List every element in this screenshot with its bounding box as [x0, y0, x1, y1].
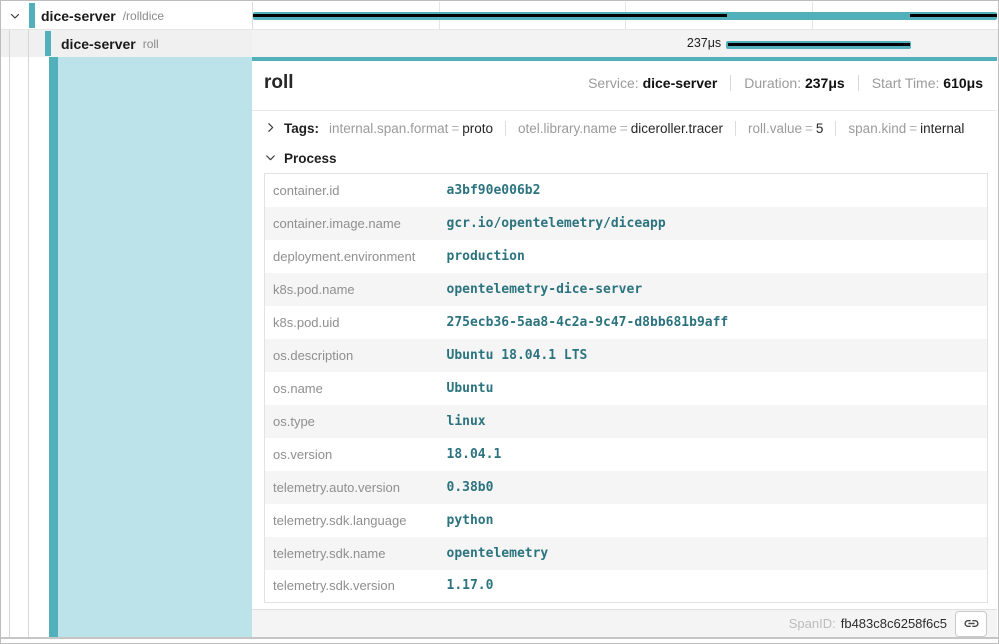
span-detail-row: roll Service: dice-server Duration: 237μ… [1, 57, 997, 637]
table-row: telemetry.auto.version0.38b0 [265, 471, 988, 504]
meta-start-time: Start Time: 610μs [859, 75, 983, 91]
table-row: os.version18.04.1 [265, 438, 988, 471]
table-row: k8s.pod.uid275ecb36-5aa8-4c2a-9c47-d8bb6… [265, 306, 988, 339]
table-row: telemetry.sdk.version1.17.0 [265, 570, 988, 603]
tags-section-toggle[interactable]: Tags: internal.span.format=proto otel.li… [252, 111, 997, 145]
table-row: container.ida3bf90e006b2 [265, 174, 988, 207]
indent-guide [28, 57, 29, 637]
critical-path-segment [728, 43, 910, 46]
trace-timeline: dice-server /rolldice dice-server roll 2… [1, 2, 998, 57]
span-row-roll[interactable]: dice-server roll 237μs [1, 29, 998, 57]
span-color-fill[interactable] [58, 57, 252, 637]
span-bar-cell[interactable] [253, 2, 997, 29]
page-bottom-divider [1, 637, 998, 639]
span-bar[interactable] [726, 41, 911, 49]
span-name-cell[interactable]: dice-server roll [1, 30, 252, 57]
table-row: k8s.pod.nameopentelemetry-dice-server [265, 273, 988, 306]
table-row: os.descriptionUbuntu 18.04.1 LTS [265, 339, 988, 372]
jaeger-trace-detail-view: dice-server /rolldice dice-server roll 2… [0, 0, 999, 644]
process-key-value-table: container.ida3bf90e006b2 container.image… [264, 173, 988, 603]
operation-name: roll [143, 37, 159, 51]
service-name: dice-server [61, 36, 136, 52]
chevron-down-icon[interactable] [7, 8, 23, 24]
span-color-swatch [45, 31, 51, 56]
tag-item: internal.span.format=proto [329, 121, 506, 136]
indent-guide [28, 30, 29, 57]
chevron-down-icon[interactable] [264, 151, 278, 165]
table-row: container.image.namegcr.io/opentelemetry… [265, 207, 988, 240]
table-row: telemetry.sdk.languagepython [265, 504, 988, 537]
meta-duration: Duration: 237μs [731, 75, 858, 91]
span-detail-footer: SpanID: fb483c8c6258f6c5 [252, 609, 997, 637]
spanid-label: SpanID: [789, 616, 836, 631]
indent-guide [9, 57, 10, 637]
span-duration-label: 237μs [687, 36, 726, 50]
indent-guide [9, 30, 10, 57]
span-bar-cell[interactable]: 237μs [253, 30, 997, 57]
span-name-cell[interactable]: dice-server /rolldice [1, 2, 252, 29]
span-operation-title: roll [264, 72, 294, 94]
span-meta: Service: dice-server Duration: 237μs Sta… [575, 75, 983, 91]
span-bar[interactable] [253, 12, 997, 20]
table-row: telemetry.sdk.nameopentelemetry [265, 537, 988, 570]
span-color-swatch [29, 3, 35, 28]
table-row: os.typelinux [265, 405, 988, 438]
span-row-rolldice[interactable]: dice-server /rolldice [1, 2, 998, 29]
detail-left-gutter [1, 57, 252, 637]
spanid-value: fb483c8c6258f6c5 [841, 616, 947, 631]
process-label[interactable]: Process [284, 151, 337, 166]
link-icon [963, 615, 980, 632]
span-detail-header: roll Service: dice-server Duration: 237μ… [252, 61, 997, 111]
critical-path-segment [910, 14, 997, 17]
span-color-bar [49, 57, 58, 637]
meta-service: Service: dice-server [575, 75, 731, 91]
table-row: deployment.environmentproduction [265, 240, 988, 273]
tag-item: span.kind=internal [836, 121, 976, 136]
chevron-right-icon[interactable] [264, 121, 278, 135]
span-detail-panel: roll Service: dice-server Duration: 237μ… [252, 57, 997, 637]
tags-label[interactable]: Tags: [284, 121, 319, 136]
table-row: os.nameUbuntu [265, 372, 988, 405]
tag-item: roll.value=5 [736, 121, 836, 136]
critical-path-segment [253, 14, 727, 17]
operation-name: /rolldice [123, 9, 164, 23]
service-name: dice-server [41, 8, 116, 24]
tags-summary: internal.span.format=proto otel.library.… [329, 121, 976, 136]
copy-link-button[interactable] [955, 611, 987, 637]
process-section-toggle[interactable]: Process [252, 145, 997, 171]
tag-item: otel.library.name=diceroller.tracer [506, 121, 736, 136]
